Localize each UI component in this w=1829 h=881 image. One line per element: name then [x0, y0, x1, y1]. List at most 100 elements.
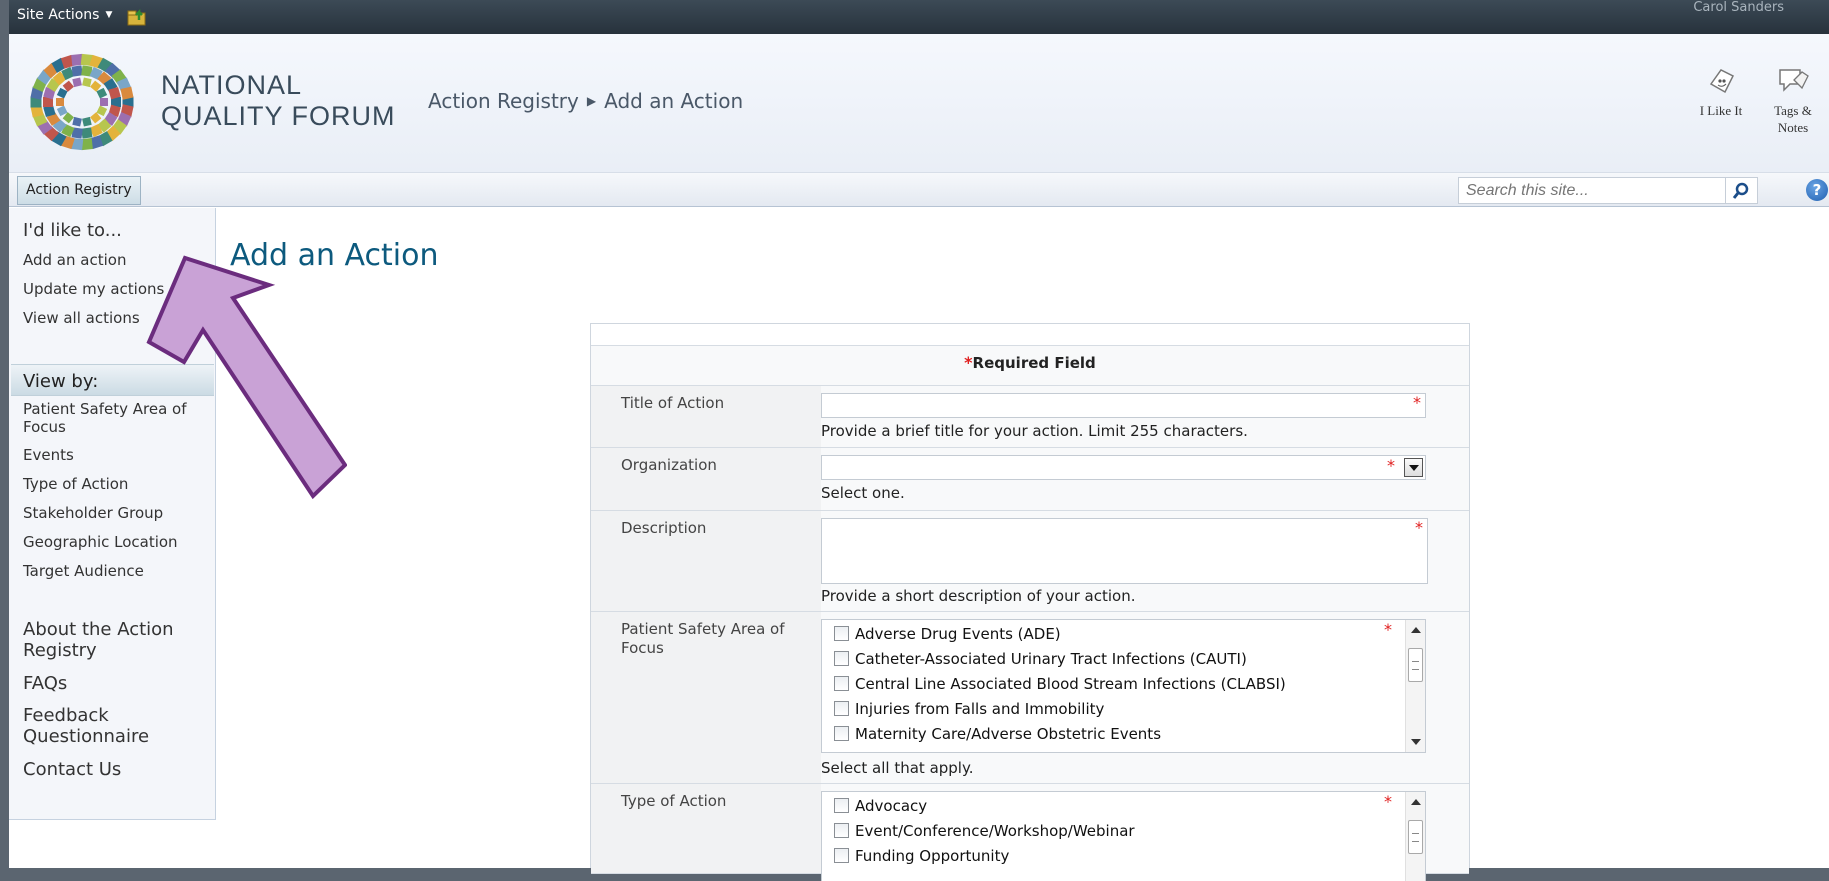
focus-checklist: Adverse Drug Events (ADE) Catheter-Assoc…: [821, 619, 1426, 753]
scroll-up-icon[interactable]: [1411, 799, 1421, 805]
checkbox[interactable]: [834, 726, 849, 741]
navigate-up-icon[interactable]: [127, 8, 149, 26]
title-input[interactable]: [821, 393, 1426, 418]
tags-notes-icon: [1779, 69, 1809, 92]
checkbox[interactable]: [834, 798, 849, 813]
checkbox[interactable]: [834, 626, 849, 641]
site-logo-text[interactable]: NATIONAL QUALITY FORUM: [161, 70, 396, 132]
add-action-form: *Required Field Title of Action * Provid…: [590, 323, 1470, 881]
focus-option[interactable]: Catheter-Associated Urinary Tract Infect…: [834, 650, 1247, 668]
sidebar-item-focus[interactable]: Patient Safety Area of Focus: [23, 400, 203, 436]
search-input[interactable]: [1458, 177, 1726, 204]
search-button[interactable]: [1726, 177, 1758, 204]
search-icon: [1732, 182, 1749, 199]
checkbox[interactable]: [834, 823, 849, 838]
sidebar-heading-actions: I'd like to...: [23, 220, 122, 241]
tags-notes-button[interactable]: Tags & Notes: [1753, 66, 1829, 136]
sidebar-link-faqs[interactable]: FAQs: [23, 673, 67, 694]
focus-option[interactable]: Injuries from Falls and Immobility: [834, 700, 1104, 718]
sidebar-link-feedback[interactable]: Feedback Questionnaire: [23, 705, 203, 747]
tags-notes-label-2: Notes: [1777, 120, 1809, 135]
focus-option[interactable]: Central Line Associated Blood Stream Inf…: [834, 675, 1286, 693]
focus-option-label: Central Line Associated Blood Stream Inf…: [855, 675, 1286, 693]
logo-tile: [82, 77, 92, 88]
description-textarea[interactable]: [821, 518, 1428, 584]
checkbox[interactable]: [834, 848, 849, 863]
organization-cell: * Select one.: [821, 448, 1469, 510]
focus-option[interactable]: Maternity Care/Adverse Obstetric Events: [834, 725, 1161, 743]
focus-option[interactable]: Adverse Drug Events (ADE): [834, 625, 1061, 643]
sidebar-item-view-all[interactable]: View all actions: [23, 309, 140, 327]
title-required-star: *: [1413, 393, 1421, 412]
type-option[interactable]: Advocacy: [834, 797, 927, 815]
sidebar-item-events[interactable]: Events: [23, 446, 74, 464]
dropdown-arrow-icon[interactable]: [1404, 458, 1423, 477]
site-header: NATIONAL QUALITY FORUM Action Registry ▶ A…: [9, 34, 1829, 173]
title-label: Title of Action: [591, 386, 821, 447]
checkbox[interactable]: [834, 651, 849, 666]
focus-scrollbar[interactable]: [1405, 620, 1425, 752]
sidebar-heading-view-by: View by:: [11, 364, 214, 396]
i-like-it-label: I Like It: [1699, 103, 1743, 118]
type-cell: Advocacy Event/Conference/Workshop/Webin…: [821, 784, 1469, 881]
logo-tile: [81, 127, 93, 139]
logo-tile: [56, 98, 64, 106]
sidebar-item-type[interactable]: Type of Action: [23, 475, 128, 493]
sidebar-item-stakeholder[interactable]: Stakeholder Group: [23, 504, 163, 522]
row-focus: Patient Safety Area of Focus Adverse Dru…: [591, 612, 1469, 784]
checkbox[interactable]: [834, 701, 849, 716]
logo-tile: [82, 116, 92, 127]
type-option-label: Event/Conference/Workshop/Webinar: [855, 822, 1135, 840]
site-actions-menu[interactable]: Site Actions ▼: [17, 7, 112, 23]
scroll-down-icon[interactable]: [1411, 739, 1421, 745]
site-actions-label: Site Actions: [17, 7, 100, 23]
row-organization: Organization * Select one.: [591, 448, 1469, 511]
focus-required-star: *: [1384, 620, 1392, 639]
breadcrumb-link-registry[interactable]: Action Registry: [428, 89, 579, 113]
focus-label: Patient Safety Area of Focus: [591, 612, 821, 783]
user-name[interactable]: Carol Sanders: [1693, 0, 1784, 15]
logo-tile: [72, 77, 82, 88]
top-nav: Action Registry ?: [9, 173, 1829, 207]
focus-option-label: Maternity Care/Adverse Obstetric Events: [855, 725, 1162, 743]
breadcrumb-current: Add an Action: [604, 89, 744, 113]
checkbox[interactable]: [834, 676, 849, 691]
form-top-strip: [591, 324, 1469, 346]
sidebar-item-update-actions[interactable]: Update my actions: [23, 280, 164, 298]
focus-option-label: Injuries from Falls and Immobility: [855, 700, 1105, 718]
scroll-thumb[interactable]: [1408, 820, 1423, 854]
page-title: Add an Action: [230, 238, 439, 273]
help-icon[interactable]: ?: [1806, 179, 1828, 201]
type-option[interactable]: Event/Conference/Workshop/Webinar: [834, 822, 1135, 840]
row-type: Type of Action Advocacy Event/Conference…: [591, 784, 1469, 881]
row-title: Title of Action * Provide a brief title …: [591, 386, 1469, 448]
quick-launch: I'd like to... Add an action Update my a…: [9, 208, 216, 820]
sidebar-item-audience[interactable]: Target Audience: [23, 562, 144, 580]
title-cell: * Provide a brief title for your action.…: [821, 386, 1469, 447]
sidebar-item-add-action[interactable]: Add an action: [23, 251, 126, 269]
type-option[interactable]: Funding Opportunity: [834, 847, 1009, 865]
organization-select[interactable]: *: [821, 455, 1426, 480]
nqf-logo-icon[interactable]: [19, 48, 145, 156]
breadcrumb-arrow-icon: ▶: [586, 94, 597, 108]
required-field-label: Required Field: [972, 354, 1096, 372]
tab-action-registry[interactable]: Action Registry: [17, 176, 141, 205]
sidebar-link-contact[interactable]: Contact Us: [23, 759, 121, 780]
organization-required-star: *: [1387, 456, 1395, 475]
focus-option-label: Adverse Drug Events (ADE): [855, 625, 1061, 643]
scroll-up-icon[interactable]: [1411, 627, 1421, 633]
sidebar-link-about[interactable]: About the Action Registry: [23, 619, 203, 661]
sidebar-item-geographic[interactable]: Geographic Location: [23, 533, 178, 551]
required-field-note: *Required Field: [591, 346, 1469, 386]
breadcrumb: Action Registry ▶ Add an Action: [428, 89, 743, 113]
logo-line-1: NATIONAL: [161, 70, 303, 100]
scroll-thumb[interactable]: [1408, 648, 1423, 682]
description-required-star: *: [1415, 518, 1423, 537]
type-label: Type of Action: [591, 784, 821, 873]
description-hint: Provide a short description of your acti…: [821, 587, 1136, 605]
tags-notes-label-1: Tags &: [1774, 103, 1812, 118]
i-like-it-button[interactable]: I Like It: [1681, 66, 1761, 119]
logo-tile: [120, 86, 134, 100]
ribbon-bar: Site Actions ▼ Carol Sanders: [9, 0, 1829, 34]
organization-label: Organization: [591, 448, 821, 510]
